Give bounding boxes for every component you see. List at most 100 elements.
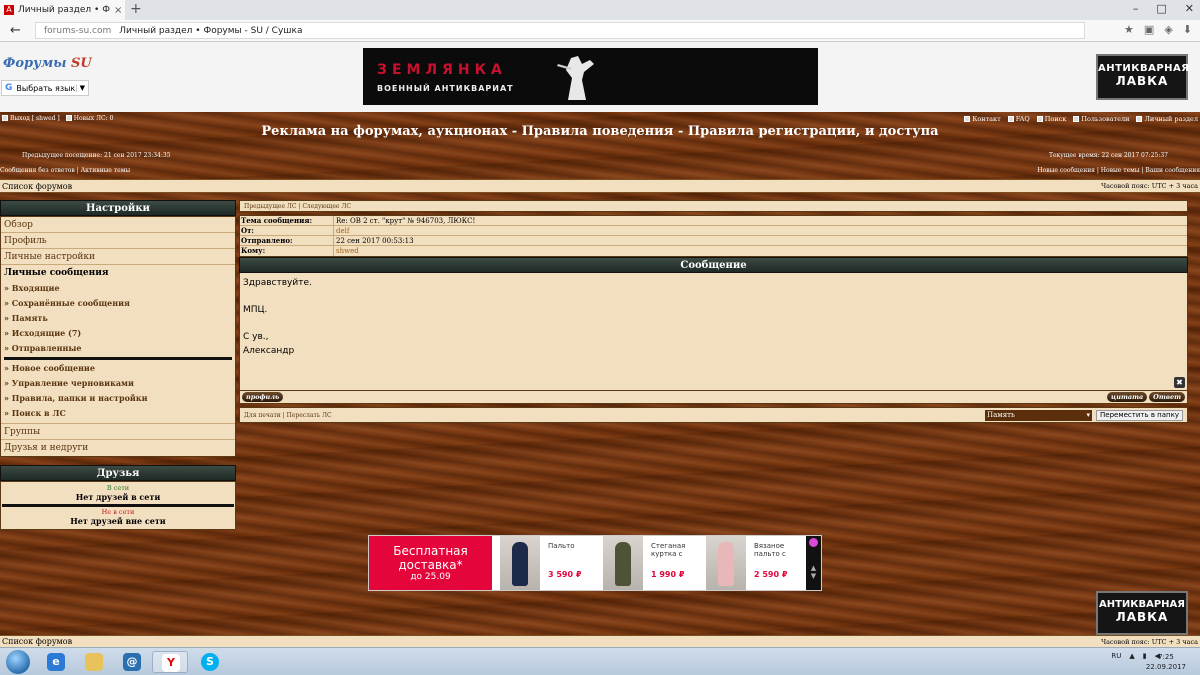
sidebar-item-personal-settings[interactable]: Личные настройки	[1, 249, 235, 265]
taskbar-ie[interactable]: e	[38, 651, 74, 673]
ad-product[interactable]: Пальто 3 590 ₽	[500, 536, 600, 590]
new-tab-icon[interactable]: +	[130, 1, 142, 17]
sidebar-item-friends-foes[interactable]: Друзья и недруги	[1, 440, 235, 456]
folder-select[interactable]: Память ▾	[985, 409, 1093, 421]
print-forward-links[interactable]: Для печати | Переслать ЛС	[244, 412, 332, 419]
sidebar-item-inbox[interactable]: » Входящие	[1, 281, 235, 296]
skype-icon: S	[201, 653, 219, 671]
download-icon[interactable]: ⬇	[1183, 23, 1192, 36]
message-panel: Предыдущее ЛС | Следующее ЛС Тема сообще…	[239, 200, 1188, 423]
message-line: Здравствуйте.	[243, 278, 312, 288]
sidebar-item-outbox[interactable]: » Исходящие (7)	[1, 326, 235, 341]
contact-icon	[964, 116, 971, 122]
ucp-sidebar: Настройки Обзор Профиль Личные настройки…	[0, 200, 236, 530]
offline-label: Не в сети	[101, 508, 135, 516]
maximize-icon[interactable]: □	[1156, 2, 1166, 15]
sidebar-item-rules[interactable]: » Правила, папки и настройки	[1, 391, 235, 406]
chevron-up-icon[interactable]: ▲	[806, 564, 821, 572]
ad-info-icon[interactable]	[809, 538, 818, 547]
board-links: Контакт FAQ Поиск Пользователи Личный ра…	[964, 115, 1198, 123]
sidebar-item-pm[interactable]: Личные сообщения	[1, 265, 235, 281]
sidebar-item-drafts[interactable]: » Управление черновиками	[1, 376, 235, 391]
sidebar-item-saved[interactable]: » Сохранённые сообщения	[1, 296, 235, 311]
forum-list-link[interactable]: Список форумов	[2, 182, 72, 191]
sidebar-item-profile[interactable]: Профиль	[1, 233, 235, 249]
folder-icon	[85, 653, 103, 671]
from-user-link[interactable]: delf	[334, 226, 349, 235]
taskbar-yandex[interactable]: Y	[152, 651, 188, 673]
browser-tabbar: A Личный раздел • Форумы × + – □ ✕	[0, 0, 1200, 20]
free-delivery-promo[interactable]: Бесплатная доставка* до 25.09	[369, 536, 492, 590]
language-selector[interactable]: G Выбрать язык ▼	[1, 80, 89, 96]
start-button-icon[interactable]	[6, 650, 30, 674]
sidebar-item-new-message[interactable]: » Новое сообщение	[1, 361, 235, 376]
message-footer: Для печати | Переслать ЛС Память ▾ Перем…	[239, 407, 1188, 423]
forum-list-link[interactable]: Список форумов	[2, 637, 72, 646]
tab-close-icon[interactable]: ×	[114, 5, 122, 16]
antique-shop-badge[interactable]: АНТИКВАРНАЯ ЛАВКА	[1096, 54, 1189, 100]
search-links-right[interactable]: Новые сообщения | Новые темы | Ваши сооб…	[1037, 167, 1200, 174]
back-arrow-icon[interactable]: ←	[10, 23, 30, 38]
windows-taskbar: e @ Y S RU ▲ ▮ ◀ 7:25 22.09.2017	[0, 647, 1200, 675]
contact-link[interactable]: Контакт	[964, 115, 1001, 123]
product-image	[603, 536, 643, 590]
friends-panel: В сети Нет друзей в сети Не в сети Нет д…	[0, 481, 236, 530]
product-name: Вязаное пальто с	[754, 542, 786, 558]
antique-shop-badge-footer[interactable]: АНТИКВАРНАЯ ЛАВКА	[1096, 591, 1188, 635]
profile-button[interactable]: профиль	[242, 392, 284, 402]
soldier-figure-icon	[557, 56, 594, 100]
chevron-down-icon[interactable]: ▼	[806, 572, 821, 580]
tray-arrow-icon[interactable]: ▲	[1129, 652, 1134, 660]
reply-button[interactable]: Ответ	[1149, 392, 1185, 402]
minimize-icon[interactable]: –	[1133, 2, 1139, 15]
move-controls: Память ▾ Переместить в папку	[985, 409, 1183, 421]
browser-tab[interactable]: A Личный раздел • Форумы ×	[0, 0, 125, 20]
ad-product[interactable]: Стеганая куртка с 1 990 ₽	[603, 536, 703, 590]
quote-button[interactable]: цитата	[1107, 392, 1148, 402]
product-price: 2 590 ₽	[754, 570, 788, 579]
search-link[interactable]: Поиск	[1036, 115, 1066, 123]
ad-banner[interactable]: Бесплатная доставка* до 25.09 Пальто 3 5…	[368, 535, 822, 591]
shield-icon[interactable]: ◈	[1164, 23, 1172, 36]
delete-icon[interactable]: ✖	[1174, 377, 1185, 388]
taskbar-skype[interactable]: S	[192, 651, 228, 673]
close-window-icon[interactable]: ✕	[1185, 2, 1194, 15]
yandex-browser-icon: Y	[162, 654, 180, 672]
sidebar-item-sent[interactable]: » Отправленные	[1, 341, 235, 356]
sidebar-item-memory[interactable]: » Память	[1, 311, 235, 326]
new-pm-link[interactable]: Новых ЛС: 0	[65, 115, 113, 122]
star-icon[interactable]: ★	[1124, 23, 1134, 36]
users-link[interactable]: Пользователи	[1073, 115, 1129, 123]
move-to-folder-button[interactable]: Переместить в папку	[1096, 409, 1183, 421]
message-line: С ув.,	[243, 332, 269, 342]
sidebar-item-overview[interactable]: Обзор	[1, 217, 235, 233]
pm-navigation[interactable]: Предыдущее ЛС | Следующее ЛС	[239, 200, 1188, 212]
language-selector-label: Выбрать язык	[16, 83, 76, 93]
no-online-friends: Нет друзей в сети	[75, 492, 161, 502]
tab-title: Личный раздел • Форумы	[18, 5, 110, 15]
logout-link[interactable]: Выход [ shwed ]	[2, 115, 60, 122]
logout-icon	[2, 115, 8, 121]
extension-icon[interactable]: ▣	[1144, 23, 1154, 36]
chevron-down-icon: ▼	[75, 84, 88, 92]
language-indicator[interactable]: RU	[1111, 652, 1121, 660]
search-links-left[interactable]: Сообщения без ответов | Активные темы	[0, 167, 130, 174]
faq-link[interactable]: FAQ	[1007, 115, 1030, 123]
breadcrumb-footer: Список форумов Часовой пояс: UTC + 3 час…	[0, 635, 1200, 647]
taskbar-clock[interactable]: 7:25 22.09.2017	[1146, 652, 1186, 672]
sidebar-item-search-pm[interactable]: » Поиск в ЛС	[1, 406, 235, 421]
table-row: Кому: shwed	[240, 246, 1187, 256]
address-bar[interactable]: forums-su.com Личный раздел • Форумы - S…	[35, 22, 1085, 39]
taskbar-mail[interactable]: @	[114, 651, 150, 673]
sidebar-item-groups[interactable]: Группы	[1, 424, 235, 440]
site-logo[interactable]: Форумы SU	[3, 56, 92, 71]
sent-value: 22 сен 2017 00:53:13	[336, 237, 414, 245]
taskbar-explorer[interactable]	[76, 651, 112, 673]
zemlyanka-banner[interactable]: ЗЕМЛЯНКА ВОЕННЫЙ АНТИКВАРИАТ	[363, 48, 818, 105]
board-title[interactable]: Реклама на форумах, аукционах - Правила …	[0, 124, 1200, 139]
product-name: Пальто	[548, 542, 575, 550]
window-controls: – □ ✕	[1133, 2, 1194, 15]
to-user-link[interactable]: shwed	[334, 246, 359, 256]
ad-product[interactable]: Вязаное пальто с 2 590 ₽	[706, 536, 806, 590]
ucp-link[interactable]: Личный раздел	[1136, 115, 1198, 123]
